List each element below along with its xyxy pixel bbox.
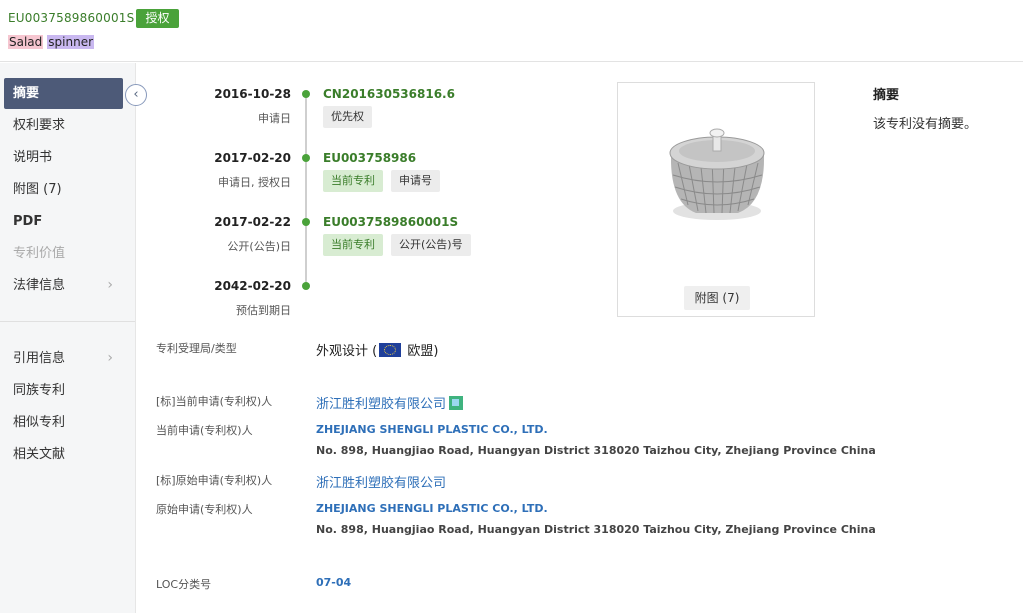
timeline-number[interactable]: EU0037589860001S <box>323 215 458 229</box>
original-applicant-name[interactable]: ZHEJIANG SHENGLI PLASTIC CO., LTD. <box>316 502 548 515</box>
patent-header: EU0037589860001S 授权 Salad spinner <box>0 0 1023 62</box>
tag-priority: 优先权 <box>323 106 372 128</box>
timeline-label: 申请日, 授权日 <box>218 176 291 189</box>
sidebar-item-similar[interactable]: 相似专利 <box>4 407 123 438</box>
timeline-date: 2017-02-20 <box>214 151 291 165</box>
timeline-label: 公开(公告)日 <box>227 240 291 253</box>
std-current-applicant-link[interactable]: 浙江胜利塑胶有限公司 <box>316 393 464 412</box>
tag-current-patent: 当前专利 <box>323 170 383 192</box>
original-applicant-address: No. 898, Huangjiao Road, Huangyan Distri… <box>316 523 876 536</box>
patent-title: Salad spinner <box>8 35 95 49</box>
sidebar-item-citations[interactable]: 引用信息 › <box>4 343 123 374</box>
sidebar-item-description[interactable]: 说明书 <box>4 142 123 173</box>
status-badge: 授权 <box>136 9 179 28</box>
tag-application-number: 申请号 <box>391 170 440 192</box>
timeline-dot <box>302 154 310 162</box>
verified-icon <box>449 396 464 410</box>
timeline-number[interactable]: EU003758986 <box>323 151 416 165</box>
collapse-sidebar-icon[interactable]: ‹ <box>125 84 147 106</box>
office-type-text: 外观设计 ( <box>316 344 378 359</box>
office-type-label: 专利受理局/类型 <box>156 342 237 355</box>
current-applicant-address: No. 898, Huangjiao Road, Huangyan Distri… <box>316 444 876 457</box>
figure-preview[interactable]: 附图 (7) <box>617 82 815 317</box>
timeline-dot <box>302 218 310 226</box>
sidebar-item-legal-info[interactable]: 法律信息 › <box>4 270 123 301</box>
sidebar-nav: 摘要 权利要求 说明书 附图 (7) PDF 专利价值 法律信息 › 引用信息 … <box>0 63 136 613</box>
sidebar-item-pdf[interactable]: PDF <box>4 206 123 237</box>
tag-current-patent: 当前专利 <box>323 234 383 256</box>
current-applicant-name[interactable]: ZHEJIANG SHENGLI PLASTIC CO., LTD. <box>316 423 548 436</box>
sidebar-item-abstract[interactable]: 摘要 <box>4 78 123 109</box>
sidebar-item-claims[interactable]: 权利要求 <box>4 110 123 141</box>
eu-flag-icon <box>379 343 402 357</box>
figures-button[interactable]: 附图 (7) <box>684 286 750 310</box>
timeline-dot <box>302 90 310 98</box>
sidebar-divider <box>0 321 135 322</box>
office-region-text: 欧盟) <box>403 344 439 359</box>
sidebar-item-patent-value: 专利价值 <box>13 246 66 261</box>
sidebar-item-related-docs[interactable]: 相关文献 <box>4 439 123 470</box>
timeline-label: 申请日 <box>258 112 291 125</box>
tag-publication-number: 公开(公告)号 <box>391 234 471 256</box>
timeline-date: 2016-10-28 <box>214 87 291 101</box>
abstract-text: 该专利没有摘要。 <box>873 117 978 132</box>
current-applicant-label: 当前申请(专利权)人 <box>156 424 253 437</box>
timeline-dot <box>302 282 310 290</box>
std-current-applicant-label: [标]当前申请(专利权)人 <box>156 395 273 408</box>
timeline-number[interactable]: CN201630536816.6 <box>323 87 455 101</box>
timeline-label: 预估到期日 <box>236 304 291 317</box>
title-word-1: Salad <box>8 35 44 49</box>
office-type-value: 外观设计 ( 欧盟) <box>316 340 438 359</box>
sidebar-item-figures[interactable]: 附图 (7) <box>4 174 123 205</box>
title-word-2: spinner <box>47 35 95 49</box>
timeline-date: 2017-02-22 <box>214 215 291 229</box>
abstract-title: 摘要 <box>873 88 900 103</box>
chevron-right-icon: › <box>107 277 113 293</box>
chevron-right-icon: › <box>107 350 113 366</box>
std-current-applicant-text: 浙江胜利塑胶有限公司 <box>316 397 447 412</box>
std-original-applicant-label: [标]原始申请(专利权)人 <box>156 474 273 487</box>
sidebar-item-label: 法律信息 <box>13 278 66 293</box>
salad-spinner-image <box>669 128 765 220</box>
sidebar-item-family[interactable]: 同族专利 <box>4 375 123 406</box>
std-original-applicant-link[interactable]: 浙江胜利塑胶有限公司 <box>316 472 446 491</box>
loc-class-value[interactable]: 07-04 <box>316 576 351 589</box>
timeline-date: 2042-02-20 <box>214 279 291 293</box>
timeline-line <box>305 94 307 287</box>
loc-class-label: LOC分类号 <box>156 578 212 591</box>
sidebar-item-label: 引用信息 <box>13 351 66 366</box>
patent-number[interactable]: EU0037589860001S <box>8 11 134 25</box>
original-applicant-label: 原始申请(专利权)人 <box>156 503 253 516</box>
